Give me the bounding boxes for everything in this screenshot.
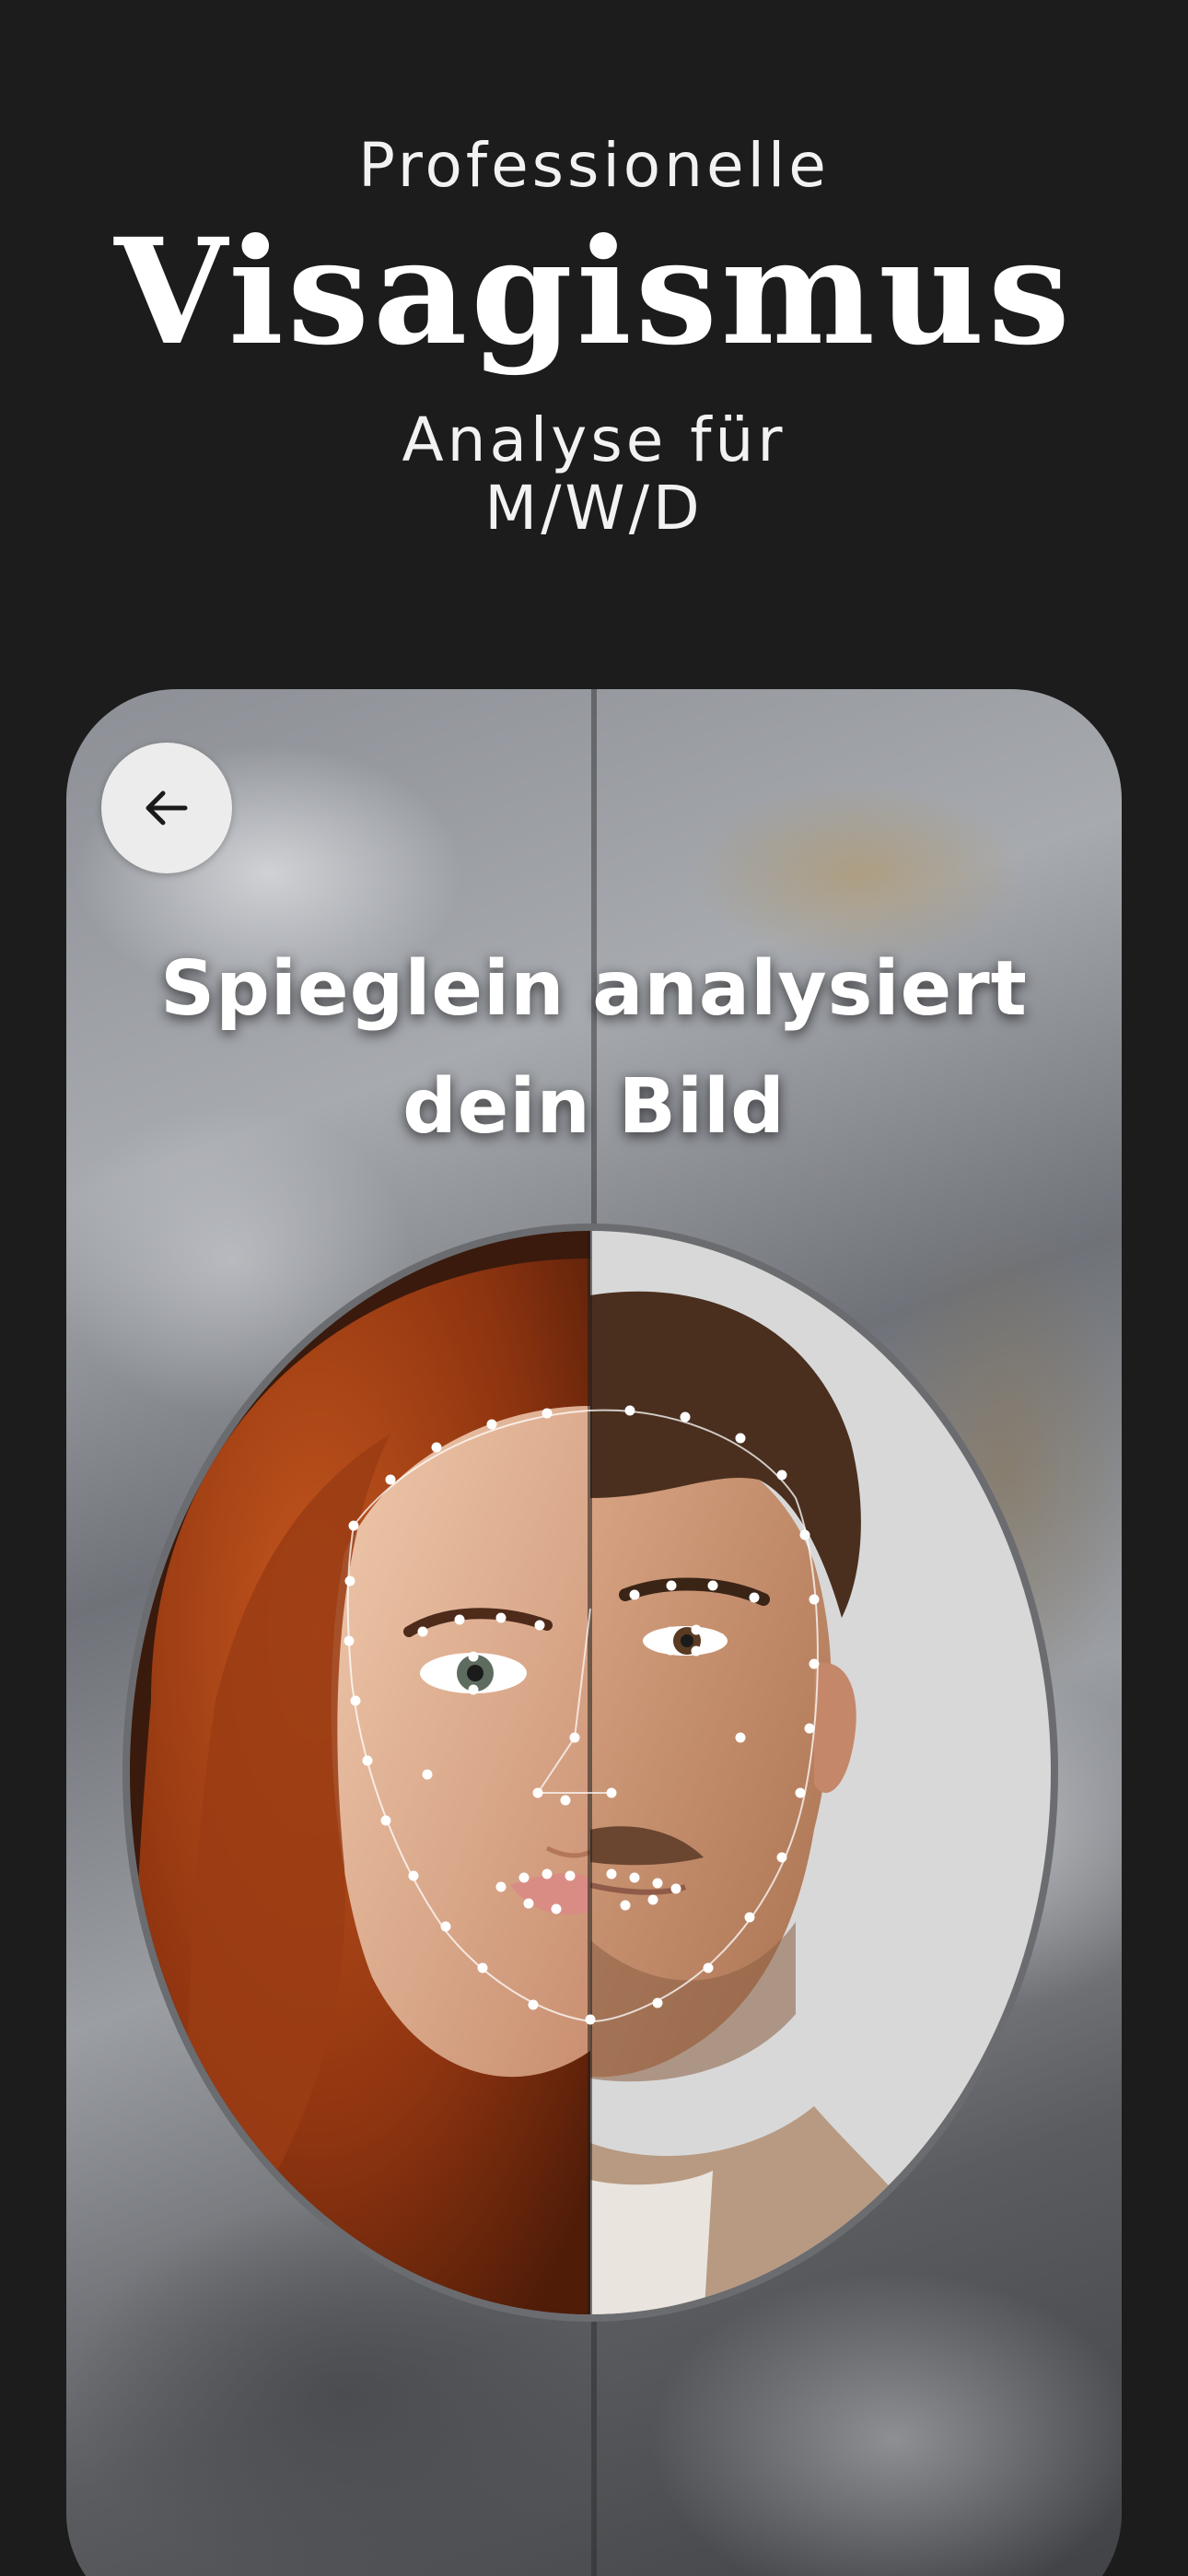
- subtitle-line-2: M/W/D: [484, 473, 704, 544]
- headline-line-2: dein Bild: [402, 1063, 786, 1151]
- headline-line-1: Spieglein analysiert: [160, 945, 1028, 1033]
- headline: Spieglein analysiert dein Bild: [66, 931, 1122, 1166]
- portrait-image: [114, 1222, 1066, 2324]
- subtitle-line-1: Analyse für: [402, 404, 786, 475]
- pre-title: Professionelle: [358, 130, 830, 201]
- analysis-card: Spieglein analysiert dein Bild: [66, 689, 1122, 2576]
- page-title: Visagismus: [114, 207, 1074, 378]
- split-face-portrait: [122, 1224, 1058, 2322]
- back-button[interactable]: [101, 743, 232, 873]
- arrow-left-icon: [146, 790, 188, 825]
